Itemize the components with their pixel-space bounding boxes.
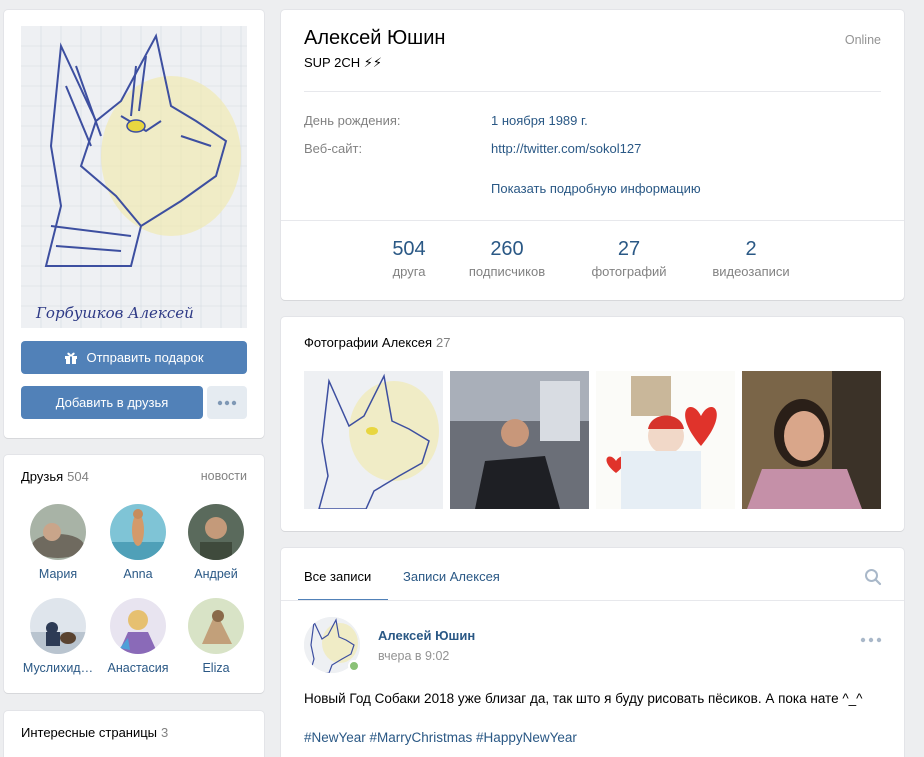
photos-count: 27 (436, 335, 451, 350)
friend-item[interactable]: Анастасия (98, 598, 178, 675)
post-more-icon[interactable] (860, 631, 882, 646)
friends-title: Друзья (21, 469, 64, 484)
stat-followers[interactable]: 260 подписчиков (459, 238, 555, 279)
post-text: Новый Год Собаки 2018 уже близаг да, так… (304, 691, 863, 706)
friend-name: Анастасия (107, 661, 169, 675)
interest-pages-count: 3 (161, 725, 169, 740)
stat-label: видеозаписи (712, 264, 790, 279)
photos-header[interactable]: Фотографии Алексея 27 (304, 335, 450, 350)
friends-header[interactable]: Друзья 504 (21, 469, 89, 484)
friend-avatar (30, 598, 86, 654)
stat-number: 2 (745, 238, 757, 260)
stat-number: 504 (392, 238, 426, 260)
friends-card: Друзья 504 новости Мария Anna Андрей Мусл… (4, 455, 264, 693)
profile-info-card: Алексей Юшин Online SUP 2CH ⚡⚡ День рожд… (281, 10, 904, 300)
online-indicator (348, 660, 360, 672)
page-title: Алексей Юшин (304, 27, 446, 49)
friends-news-link[interactable]: новости (201, 469, 247, 483)
profile-avatar[interactable]: Горбушков Алексей (21, 26, 247, 328)
stat-label: фотографий (591, 264, 667, 279)
send-gift-label: Отправить подарок (86, 350, 204, 365)
photo-thumbnail[interactable] (742, 371, 881, 509)
stat-friends[interactable]: 504 друга (384, 238, 434, 279)
friend-item[interactable]: Eliza (176, 598, 256, 675)
friend-name: Муслихид… (22, 661, 94, 675)
friends-count: 504 (67, 469, 89, 484)
online-status: Online (844, 33, 881, 47)
stat-videos[interactable]: 2 видеозаписи (701, 238, 801, 279)
profile-status: SUP 2CH ⚡⚡ (304, 55, 382, 70)
wall-card: Все записи Записи Алексея Алексей Юшин в… (281, 548, 904, 757)
avatar-card: Горбушков Алексей Отправить подарок Доба… (4, 10, 264, 438)
divider (304, 91, 881, 92)
photos-card: Фотографии Алексея 27 (281, 317, 904, 531)
stat-number: 27 (617, 238, 641, 260)
photos-title: Фотографии Алексея (304, 335, 432, 350)
interest-pages-header[interactable]: Интересные страницы 3 (21, 725, 168, 740)
stat-label: друга (392, 264, 426, 279)
stat-number: 260 (490, 238, 524, 260)
friend-avatar (110, 598, 166, 654)
friend-name: Андрей (194, 567, 238, 581)
friend-avatar (188, 504, 244, 560)
post-time[interactable]: вчера в 9:02 (378, 649, 449, 663)
divider (281, 600, 904, 601)
friend-item[interactable]: Муслихид… (18, 598, 98, 675)
post-author-name[interactable]: Алексей Юшин (378, 628, 475, 643)
interest-pages-title: Интересные страницы (21, 725, 158, 740)
tab-all-posts[interactable]: Все записи (304, 569, 371, 584)
website-link[interactable]: http://twitter.com/sokol127 (491, 141, 641, 156)
birthday-label: День рождения: (304, 113, 401, 128)
stat-label: подписчиков (468, 264, 546, 279)
friend-item[interactable]: Андрей (176, 504, 256, 581)
friend-avatar (110, 504, 166, 560)
more-actions-button[interactable] (207, 386, 247, 419)
svg-text:Горбушков Алексей: Горбушков Алексей (35, 304, 194, 322)
birthday-value[interactable]: 1 ноября 1989 г. (491, 113, 588, 128)
send-gift-button[interactable]: Отправить подарок (21, 341, 247, 374)
gift-icon (64, 351, 78, 365)
website-label: Веб-сайт: (304, 141, 363, 156)
friend-name: Eliza (202, 661, 230, 675)
friend-name: Anna (123, 567, 153, 581)
friend-avatar (188, 598, 244, 654)
photo-thumbnail[interactable] (450, 371, 589, 509)
post-hashtags[interactable]: #NewYear #MarryChristmas #HappyNewYear (304, 730, 577, 745)
add-friend-label: Добавить в друзья (55, 395, 169, 410)
friend-item[interactable]: Мария (18, 504, 98, 581)
add-friend-button[interactable]: Добавить в друзья (21, 386, 203, 419)
friend-item[interactable]: Anna (98, 504, 178, 581)
friend-name: Мария (38, 567, 78, 581)
friend-avatar (30, 504, 86, 560)
divider (281, 220, 904, 221)
interest-pages-card: Интересные страницы 3 (4, 711, 264, 757)
photo-thumbnail[interactable] (596, 371, 735, 509)
search-icon[interactable] (864, 568, 882, 589)
tab-own-posts[interactable]: Записи Алексея (403, 569, 500, 584)
stat-photos[interactable]: 27 фотографий (584, 238, 674, 279)
more-dots-icon (217, 400, 237, 405)
show-more-info-link[interactable]: Показать подробную информацию (491, 181, 701, 196)
photo-thumbnail[interactable] (304, 371, 443, 509)
